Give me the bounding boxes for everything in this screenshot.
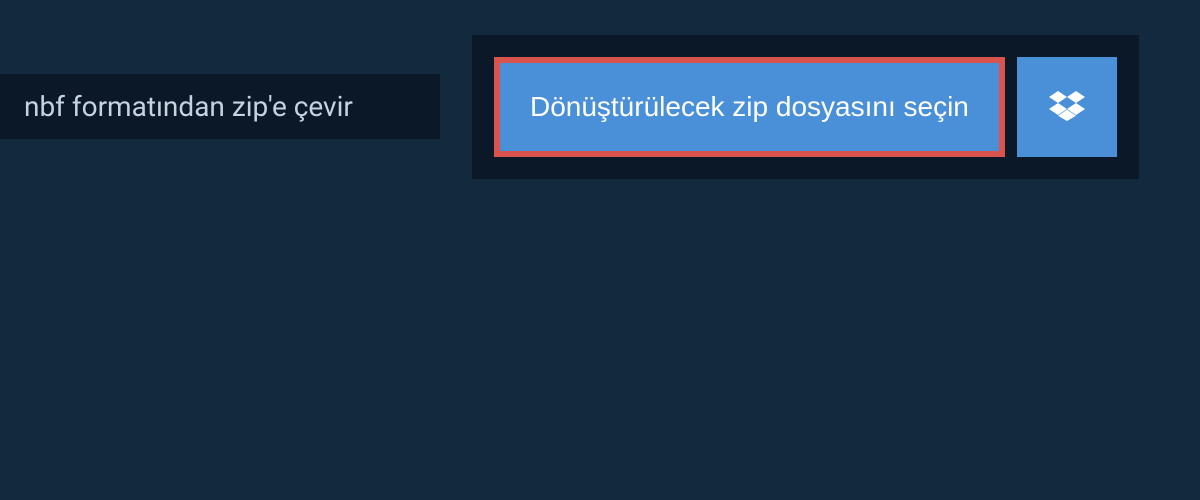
page-title-tab: nbf formatından zip'e çevir [0, 74, 440, 139]
converter-panel: Dönüştürülecek zip dosyasını seçin [472, 35, 1139, 179]
page-title: nbf formatından zip'e çevir [24, 90, 353, 123]
dropbox-icon [1049, 88, 1085, 127]
select-file-button[interactable]: Dönüştürülecek zip dosyasını seçin [494, 57, 1005, 157]
dropbox-button[interactable] [1017, 57, 1117, 157]
select-file-label: Dönüştürülecek zip dosyasını seçin [530, 91, 969, 123]
